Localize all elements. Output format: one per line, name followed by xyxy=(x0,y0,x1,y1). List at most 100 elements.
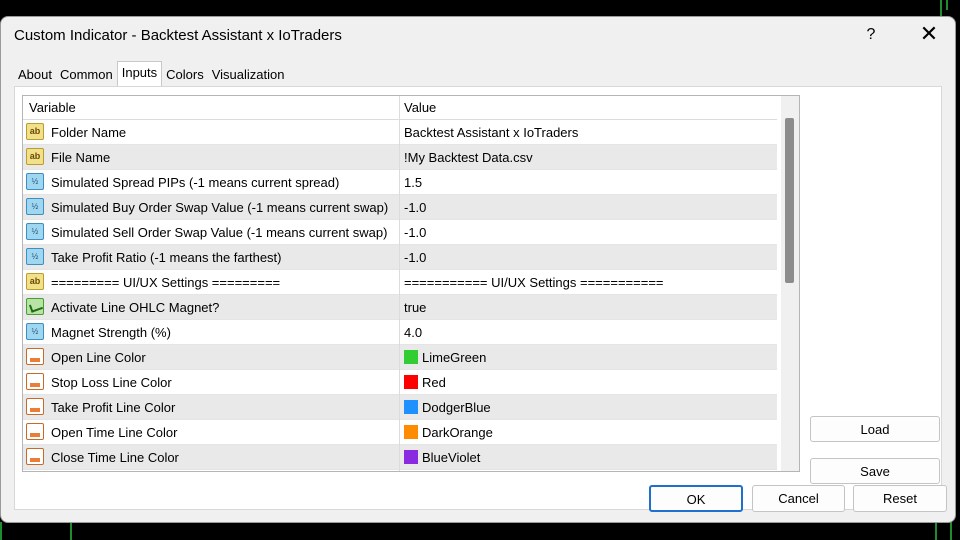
variable-value-text: -1.0 xyxy=(404,225,427,240)
variable-value-text: BlueViolet xyxy=(422,450,481,465)
table-row[interactable]: Open Line Color LimeGreen xyxy=(23,345,777,370)
table-row[interactable]: ½ Simulated Spread PIPs (-1 means current… xyxy=(23,170,777,195)
variable-value[interactable]: -1.0 xyxy=(404,200,426,215)
close-button[interactable]: ✕ xyxy=(915,23,943,47)
variable-value-text: -1.0 xyxy=(404,200,427,215)
variable-value-text: LimeGreen xyxy=(422,350,487,365)
variable-column-header[interactable]: Variable xyxy=(29,100,76,115)
variable-name: Simulated Sell Order Swap Value (-1 mean… xyxy=(51,225,388,240)
table-row[interactable]: ½ Take Profit Ratio (-1 means the farthes… xyxy=(23,245,777,270)
string-type-icon: ab xyxy=(26,148,44,165)
variable-value[interactable]: -1.0 xyxy=(404,225,426,240)
variable-name: Open Time Line Color xyxy=(51,425,178,440)
table-row[interactable]: ½ Simulated Buy Order Swap Value (-1 mean… xyxy=(23,195,777,220)
table-row[interactable]: Activate Line OHLC Magnet? true xyxy=(23,295,777,320)
table-row[interactable]: ½ Magnet Strength (%) 4.0 xyxy=(23,320,777,345)
chart-line xyxy=(950,522,952,540)
tab-visualization[interactable]: Visualization xyxy=(208,64,289,86)
table-row[interactable]: Stop Loss Line Color Red xyxy=(23,370,777,395)
number-type-icon: ½ xyxy=(26,198,44,215)
tab-common[interactable]: Common xyxy=(56,64,117,86)
cancel-button[interactable]: Cancel xyxy=(752,485,845,512)
variable-name: ========= UI/UX Settings ========= xyxy=(51,275,281,290)
string-type-icon: ab xyxy=(26,273,44,290)
color-type-icon xyxy=(26,373,44,390)
color-type-icon xyxy=(26,448,44,465)
variable-value-text: Backtest Assistant x IoTraders xyxy=(404,125,579,140)
number-type-icon: ½ xyxy=(26,323,44,340)
table-row[interactable]: Close Time Line Color BlueViolet xyxy=(23,445,777,470)
number-type-icon: ½ xyxy=(26,248,44,265)
variable-value[interactable]: DarkOrange xyxy=(404,425,493,440)
help-button[interactable]: ? xyxy=(859,23,883,47)
chart-line xyxy=(940,0,942,16)
color-swatch xyxy=(404,350,418,364)
table-row[interactable]: ab ========= UI/UX Settings ========= ====… xyxy=(23,270,777,295)
color-type-icon xyxy=(26,398,44,415)
grid-header: Variable Value xyxy=(23,96,777,120)
chart-line xyxy=(70,522,72,540)
variable-value[interactable]: Red xyxy=(404,375,446,390)
variable-value[interactable]: BlueViolet xyxy=(404,450,480,465)
color-type-icon xyxy=(26,423,44,440)
variable-name: Magnet Strength (%) xyxy=(51,325,171,340)
number-type-icon: ½ xyxy=(26,223,44,240)
variable-value[interactable]: Backtest Assistant x IoTraders xyxy=(404,125,578,140)
variable-value-text: Red xyxy=(422,375,446,390)
variable-value-text: =========== UI/UX Settings =========== xyxy=(404,275,664,290)
variable-value[interactable]: -1.0 xyxy=(404,250,426,265)
variable-name: File Name xyxy=(51,150,111,165)
string-type-icon: ab xyxy=(26,123,44,140)
variable-value-text: DodgerBlue xyxy=(422,400,491,415)
tab-colors[interactable]: Colors xyxy=(162,64,208,86)
table-row[interactable]: Open Time Line Color DarkOrange xyxy=(23,420,777,445)
tab-inputs[interactable]: Inputs xyxy=(116,61,163,89)
title-bar[interactable]: Custom Indicator - Backtest Assistant x … xyxy=(1,17,955,53)
variable-name: Open Line Color xyxy=(51,350,146,365)
variable-value-text: 1.5 xyxy=(404,175,423,190)
variable-name: Take Profit Line Color xyxy=(51,400,176,415)
table-row[interactable]: ab File Name !My Backtest Data.csv xyxy=(23,145,777,170)
window-title: Custom Indicator - Backtest Assistant x … xyxy=(14,27,342,44)
load-button[interactable]: Load xyxy=(810,416,940,442)
color-swatch xyxy=(404,450,418,464)
table-row[interactable]: ab Folder Name Backtest Assistant x IoTrad… xyxy=(23,120,777,145)
variable-name: Simulated Spread PIPs (-1 means current … xyxy=(51,175,340,190)
color-swatch xyxy=(404,375,418,389)
variable-value-text: DarkOrange xyxy=(422,425,493,440)
table-row[interactable]: ½ Simulated Sell Order Swap Value (-1 mea… xyxy=(23,220,777,245)
variable-value[interactable]: =========== UI/UX Settings =========== xyxy=(404,275,664,290)
number-type-icon: ½ xyxy=(26,173,44,190)
chart-line xyxy=(946,0,948,10)
reset-button[interactable]: Reset xyxy=(853,485,947,512)
chart-line xyxy=(935,522,937,540)
variable-value-text: !My Backtest Data.csv xyxy=(404,150,533,165)
variable-value-text: -1.0 xyxy=(404,250,427,265)
variable-name: Folder Name xyxy=(51,125,127,140)
chart-line xyxy=(0,522,2,540)
scrollbar-thumb[interactable] xyxy=(785,118,794,283)
table-row[interactable]: Take Profit Line Color DodgerBlue xyxy=(23,395,777,420)
variable-name: Close Time Line Color xyxy=(51,450,179,465)
variable-value[interactable]: !My Backtest Data.csv xyxy=(404,150,533,165)
variable-value[interactable]: DodgerBlue xyxy=(404,400,491,415)
color-type-icon xyxy=(26,348,44,365)
boolean-type-icon xyxy=(26,298,44,315)
variable-name: Take Profit Ratio (-1 means the farthest… xyxy=(51,250,282,265)
variable-value-text: 4.0 xyxy=(404,325,423,340)
inputs-grid: Variable Value ab Folder Name Backtest Ass… xyxy=(22,95,800,472)
tab-about[interactable]: About xyxy=(14,64,56,86)
variable-value[interactable]: 4.0 xyxy=(404,325,422,340)
custom-indicator-dialog: Custom Indicator - Backtest Assistant x … xyxy=(0,16,956,523)
variable-name: Simulated Buy Order Swap Value (-1 means… xyxy=(51,200,389,215)
ok-button[interactable]: OK xyxy=(649,485,743,512)
column-divider[interactable] xyxy=(399,96,400,471)
variable-value[interactable]: 1.5 xyxy=(404,175,422,190)
variable-value-text: true xyxy=(404,300,427,315)
variable-value[interactable]: LimeGreen xyxy=(404,350,486,365)
inputs-panel: Variable Value ab Folder Name Backtest Ass… xyxy=(14,86,942,510)
variable-value[interactable]: true xyxy=(404,300,426,315)
save-button[interactable]: Save xyxy=(810,458,940,484)
color-swatch xyxy=(404,400,418,414)
value-column-header[interactable]: Value xyxy=(404,100,436,115)
